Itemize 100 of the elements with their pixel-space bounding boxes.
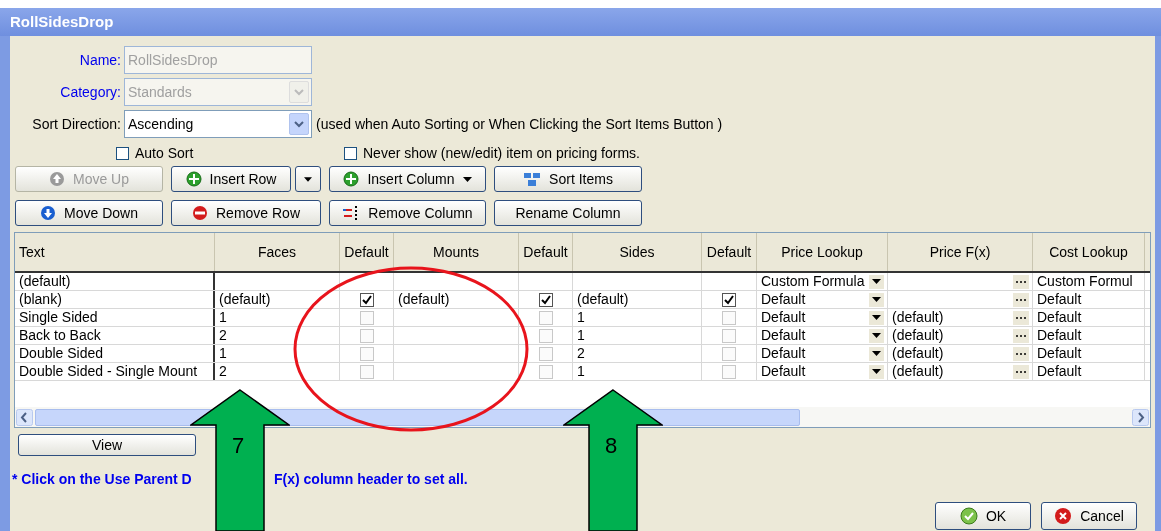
column-header[interactable]: Default [702,233,757,271]
toolbar-button[interactable]: Insert Column [329,166,486,192]
table-cell: Double Sided - Single Mount [19,363,198,380]
column-header[interactable]: Faces [215,233,340,271]
table-cell: (default) [892,327,944,343]
ellipsis-icon [1016,334,1026,337]
toolbar-button[interactable]: Remove Row [171,200,321,226]
dialog-button[interactable]: OK [935,502,1031,530]
table-cell: 2 [219,363,227,380]
field-value: Standards [128,82,193,102]
view-button[interactable]: View [18,434,196,456]
toolbar-button[interactable]: Remove Column [329,200,486,226]
hint-text: (used when Auto Sorting or When Clicking the Sort Items Button ) [316,114,723,134]
column-header[interactable]: Text [15,233,215,271]
table-cell: Default [1037,291,1082,308]
caret-icon [872,297,881,302]
table-cell: Default [1037,327,1082,344]
table-cell: (default) [19,273,71,290]
ellipsis-icon [1016,352,1026,355]
table-cell: Default [1037,309,1082,326]
checkbox[interactable] [538,292,553,307]
table-cell-text: Default [761,309,807,326]
no-entry-icon [192,205,208,221]
toolbar-button[interactable]: Move Down [15,200,163,226]
dropdown-button[interactable] [869,328,884,343]
ellipsis-button[interactable] [1013,292,1029,307]
close-circle-icon [1054,507,1073,525]
column-header[interactable]: Mounts [394,233,519,271]
dropdown-button[interactable] [869,292,884,307]
field-label: Category: [59,82,122,102]
checkbox-label: Never show (new/edit) item on pricing forms. [363,143,640,163]
checkbox[interactable] [359,292,374,307]
caret-icon [872,351,881,356]
ellipsis-icon [1016,280,1026,283]
dropdown-button[interactable] [869,274,884,289]
table-cell: Single Sided [19,309,98,326]
checkbox[interactable] [722,292,736,307]
toolbar-button[interactable]: Insert Row [171,166,291,192]
checkbox-label: Auto Sort [135,143,194,163]
ellipsis-icon [1016,298,1026,301]
column-header[interactable]: Default [340,233,394,271]
ellipsis-button[interactable] [1013,310,1029,325]
chevron-down-icon [294,88,304,96]
ellipsis-button[interactable] [1013,328,1029,343]
caret-icon [872,333,881,338]
window-title: RollSidesDrop [10,11,114,32]
column-header[interactable]: Sides [573,233,702,271]
caret-icon [872,369,881,374]
annotation-number: 8 [605,432,618,460]
field-value: RollSidesDrop [128,50,219,70]
field-label: Sort Direction: [31,114,122,134]
toolbar-button[interactable]: Rename Column [494,200,642,226]
table-cell-text: Default [761,363,807,380]
table-cell-text: Default [761,345,807,362]
column-header[interactable]: Price F(x) [888,233,1033,271]
dropdown-button[interactable] [295,166,321,192]
field-value: Ascending [128,114,195,134]
toolbar-button[interactable]: Sort Items [494,166,642,192]
table-cell: 2 [219,327,227,344]
ellipsis-button[interactable] [1013,274,1029,289]
ellipsis-icon [1016,316,1026,319]
table-cell: (default) [577,291,629,308]
note-text: F(x) column header to set all. [274,470,468,489]
table-cell-text: Custom Formula [761,273,866,290]
annotation-number: 7 [232,432,245,460]
checkbox[interactable] [344,146,357,160]
plus-circle-icon [343,171,360,187]
column-header[interactable]: Cost Lookup [1033,233,1145,271]
table-cell: 1 [219,345,227,362]
table-cell: (default) [219,291,271,308]
column-header[interactable]: Default [519,233,573,271]
note-text: * Click on the Use Parent D [12,470,193,489]
scroll-right-icon[interactable] [1132,408,1149,426]
table-cell: (default) [892,363,944,379]
table-cell: Default [1037,345,1082,362]
dropdown-button[interactable] [869,310,884,325]
table-cell: 2 [577,345,585,362]
ellipsis-button[interactable] [1013,346,1029,361]
table-cell: (default) [892,345,944,361]
table-cell: Double Sided [19,345,104,362]
table-cell: 1 [577,327,585,344]
column-header[interactable]: Price Lookup [757,233,888,271]
dialog-button[interactable]: Cancel [1041,502,1137,530]
table-cell: Custom Formul [1037,273,1133,290]
checkbox[interactable] [116,146,129,160]
caret-icon [872,315,881,320]
dropdown-field[interactable]: Ascending [124,110,312,138]
table-cell: 1 [577,363,585,380]
table-cell: (default) [892,309,944,325]
ellipsis-button[interactable] [1013,364,1029,379]
caret-icon [872,279,881,284]
table-cell: Default [1037,363,1082,380]
scroll-left-icon[interactable] [16,408,33,426]
dropdown-button[interactable] [869,364,884,379]
plus-circle-icon [185,171,202,187]
table-cell: 1 [577,309,585,326]
dropdown-button[interactable] [869,346,884,361]
table-cell-text: Default [761,327,807,344]
caret-icon [304,176,312,182]
table-cell: (default) [398,291,450,308]
